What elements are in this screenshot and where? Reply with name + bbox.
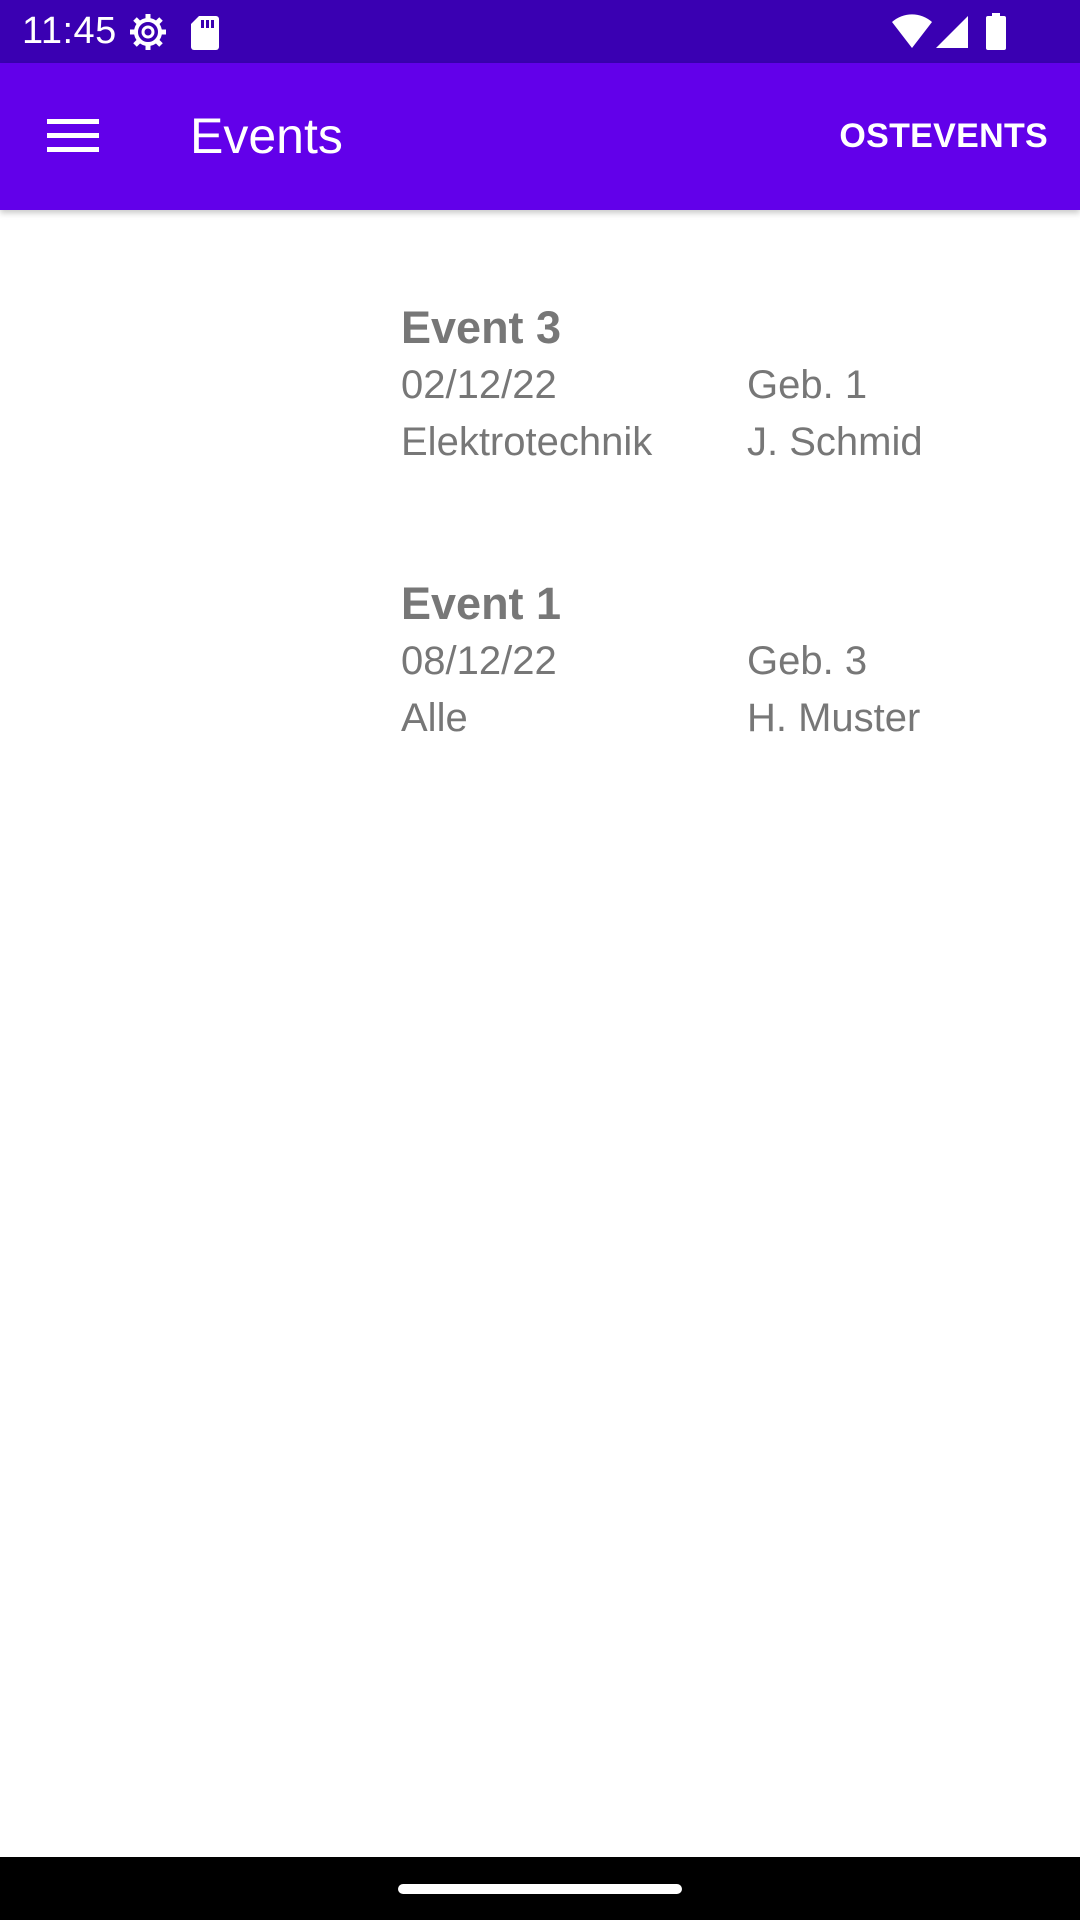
page-title: Events xyxy=(190,108,343,164)
ostevents-button[interactable]: OSTEVENTS xyxy=(839,111,1048,161)
status-time: 11:45 xyxy=(22,10,117,52)
event-date: 02/12/22 xyxy=(401,363,557,407)
event-card[interactable]: Event 3 02/12/22 Geb. 1 Elektrotechnik J… xyxy=(401,300,1021,490)
sd-card-icon xyxy=(190,12,220,52)
screen: 11:45 Events OSTEVENTS Event 3 02/12/22 … xyxy=(0,0,1080,1920)
settings-gear-icon xyxy=(128,12,168,52)
status-bar: 11:45 xyxy=(0,0,1080,63)
event-building: Geb. 3 xyxy=(747,639,868,683)
hamburger-menu-icon xyxy=(47,115,99,160)
signal-icon xyxy=(934,12,970,52)
event-department: Elektrotechnik xyxy=(401,420,653,464)
home-gesture-handle[interactable] xyxy=(398,1884,682,1894)
app-bar: Events OSTEVENTS xyxy=(0,63,1080,210)
menu-button[interactable] xyxy=(30,103,116,171)
event-date: 08/12/22 xyxy=(401,639,557,683)
navigation-bar xyxy=(0,1857,1080,1920)
battery-icon xyxy=(984,12,1008,52)
event-title: Event 3 xyxy=(401,302,562,353)
event-contact: J. Schmid xyxy=(747,420,923,464)
event-title: Event 1 xyxy=(401,578,562,629)
event-contact: H. Muster xyxy=(747,696,921,740)
event-department: Alle xyxy=(401,696,468,740)
event-card[interactable]: Event 1 08/12/22 Geb. 3 Alle H. Muster xyxy=(401,576,1021,766)
event-building: Geb. 1 xyxy=(747,363,868,407)
wifi-icon xyxy=(890,12,934,52)
